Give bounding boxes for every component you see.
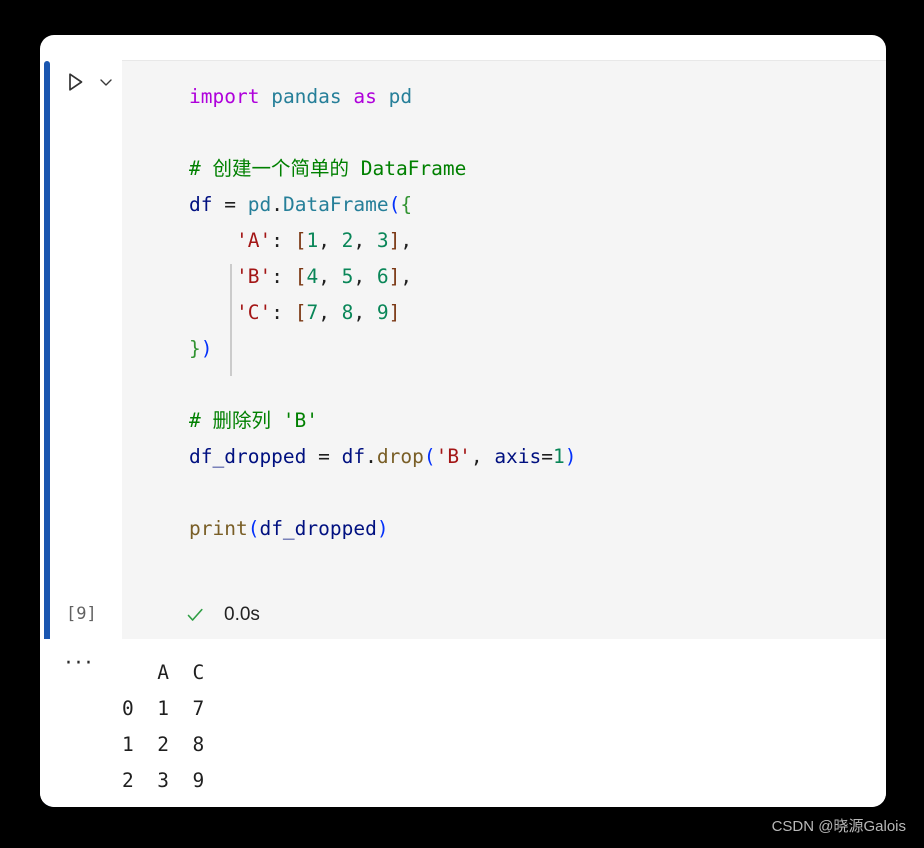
code-token: , — [353, 301, 377, 324]
code-line: 'A': [1, 2, 3], — [189, 223, 577, 259]
code-token: df_dropped — [259, 517, 377, 540]
code-token: , — [470, 445, 495, 468]
code-token: as — [353, 85, 377, 108]
code-token: : — [271, 265, 295, 288]
code-token: , — [318, 265, 342, 288]
code-token: 1 — [306, 229, 319, 252]
code-token: axis — [494, 445, 542, 468]
code-token: 1 — [553, 445, 565, 468]
code-line: }) — [189, 331, 577, 367]
execution-status-strip: 0.0s — [122, 591, 886, 639]
code-line: df_dropped = df.drop('B', axis=1) — [189, 439, 577, 475]
code-token: 7 — [306, 301, 319, 324]
code-token: , — [353, 229, 377, 252]
code-token: 'B' — [235, 265, 272, 288]
screenshot-root: import pandas as pd # 创建一个简单的 DataFrame d… — [0, 0, 924, 848]
code-token: ) — [564, 445, 577, 468]
execution-duration: 0.0s — [224, 604, 260, 625]
code-token: 4 — [306, 265, 319, 288]
code-token: 6 — [376, 265, 389, 288]
code-token: ) — [200, 337, 213, 360]
output-stream-text: A C 0 1 7 1 2 8 2 3 9 — [122, 661, 205, 792]
code-token: drop — [376, 445, 424, 468]
cell-status-row: [9] 0.0s — [40, 591, 886, 639]
code-token: ] — [388, 301, 401, 324]
code-token: . — [271, 193, 283, 216]
code-token: , — [353, 265, 377, 288]
code-token: , — [318, 229, 342, 252]
code-token: DataFrame — [282, 193, 389, 216]
code-token: [ — [294, 301, 307, 324]
code-token: 5 — [341, 265, 354, 288]
code-token: df — [341, 445, 366, 468]
code-token: : — [271, 229, 295, 252]
code-token: 3 — [376, 229, 389, 252]
code-token: , — [400, 229, 413, 252]
code-token: ( — [388, 193, 401, 216]
code-text[interactable]: import pandas as pd # 创建一个简单的 DataFrame d… — [189, 79, 577, 547]
code-token: } — [189, 337, 201, 360]
code-token: ] — [388, 229, 401, 252]
code-line: # 删除列 'B' — [189, 403, 577, 439]
code-token: = — [306, 445, 342, 468]
code-token: df — [189, 193, 213, 216]
code-token: 9 — [376, 301, 389, 324]
code-token: # 创建一个简单的 DataFrame — [189, 157, 467, 180]
code-editor[interactable]: import pandas as pd # 创建一个简单的 DataFrame d… — [122, 60, 886, 604]
code-line: 'B': [4, 5, 6], — [189, 259, 577, 295]
code-line: df = pd.DataFrame({ — [189, 187, 577, 223]
code-token: = — [541, 445, 554, 468]
code-token: 'B' — [435, 445, 471, 468]
code-token: 'C' — [235, 301, 272, 324]
code-line: import pandas as pd — [189, 79, 577, 115]
code-token: print — [189, 517, 248, 540]
cell-output: ··· A C 0 1 7 1 2 8 2 3 9 — [40, 639, 886, 807]
code-token: ) — [376, 517, 389, 540]
code-token: [ — [294, 265, 307, 288]
code-token: pd — [247, 193, 272, 216]
code-token: ( — [247, 517, 260, 540]
code-token: ( — [423, 445, 436, 468]
code-token: = — [212, 193, 248, 216]
code-token: , — [318, 301, 342, 324]
code-token: pandas — [271, 85, 342, 108]
success-check-icon — [184, 604, 206, 626]
code-token: 2 — [341, 229, 354, 252]
code-token: pd — [388, 85, 413, 108]
code-token: [ — [294, 229, 307, 252]
code-line: # 创建一个简单的 DataFrame — [189, 151, 577, 187]
code-token: df_dropped — [189, 445, 307, 468]
output-collapse-ellipsis[interactable]: ··· — [65, 653, 95, 675]
code-token: : — [271, 301, 295, 324]
watermark: CSDN @晓源Galois — [771, 818, 906, 835]
execution-count: [9] — [66, 604, 97, 624]
chevron-down-icon[interactable] — [96, 72, 116, 92]
run-cell-button[interactable] — [62, 69, 88, 95]
code-token: , — [400, 265, 413, 288]
notebook-cell[interactable]: import pandas as pd # 创建一个简单的 DataFrame d… — [40, 35, 886, 807]
code-token: { — [400, 193, 413, 216]
code-line: 'C': [7, 8, 9] — [189, 295, 577, 331]
code-token: 8 — [341, 301, 354, 324]
code-token: # 删除列 'B' — [189, 409, 318, 432]
code-token: ] — [388, 265, 401, 288]
code-token: 'A' — [235, 229, 272, 252]
code-token: . — [365, 445, 377, 468]
code-token: import — [189, 85, 260, 108]
code-line: print(df_dropped) — [189, 511, 577, 547]
